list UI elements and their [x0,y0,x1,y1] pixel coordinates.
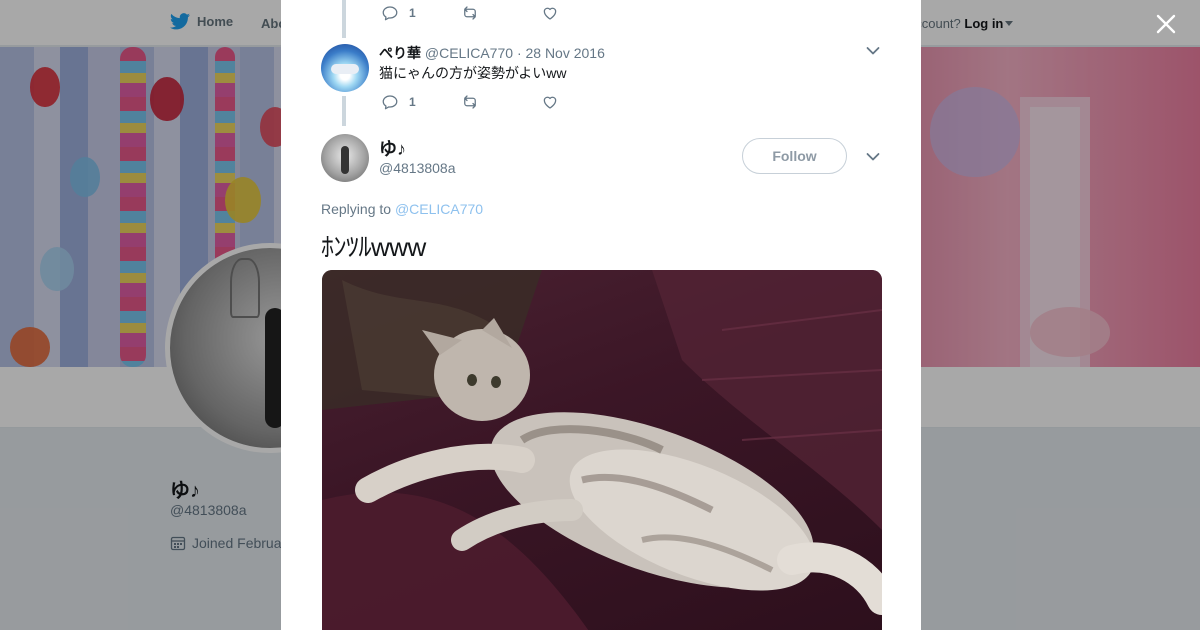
reply-tweet-avatar[interactable] [321,44,369,92]
reply-button[interactable]: 1 [381,4,461,22]
replying-prefix: Replying to [321,201,392,217]
retweet-button[interactable] [461,93,541,111]
like-icon [543,96,557,109]
main-tweet-avatar[interactable] [321,134,369,182]
reply-tweet-text: 猫にゃんの方が姿勢がよいww [379,65,567,81]
replying-handle-link[interactable]: @CELICA770 [395,201,483,217]
thread-connector-line [342,96,346,126]
cat-photo-illustration [322,270,882,630]
replying-to-line: Replying to @CELICA770 [321,201,483,217]
reply-author-handle[interactable]: @CELICA770 [425,45,513,61]
main-tweet-text: ﾎﾝﾂﾙwww [321,232,426,262]
reply-tweet-actions: 1 [381,93,621,111]
chevron-down-icon[interactable] [866,152,880,162]
retweet-button[interactable] [461,4,541,22]
reply-icon [382,95,398,110]
thread-connector-line [342,0,346,38]
reply-tweet-date[interactable]: · 28 Nov 2016 [517,45,605,61]
avatar-detail [331,64,359,74]
like-button[interactable] [541,4,621,22]
avatar-detail [341,146,349,174]
main-author-handle[interactable]: @4813808a [379,160,456,176]
retweet-icon [464,95,476,109]
retweet-icon [464,6,476,20]
tweet-photo[interactable] [322,270,882,630]
like-icon [543,7,557,20]
previous-tweet-actions: 1 [381,4,621,22]
tweet-modal: 1 ぺり華 @CELICA770 · 28 Nov 2016 猫にゃんの方が姿勢… [281,0,921,630]
chevron-down-icon[interactable] [866,46,880,56]
reply-count: 1 [409,95,416,109]
follow-button[interactable]: Follow [742,138,847,174]
reply-icon [382,6,398,21]
close-icon [1156,14,1176,34]
main-author-name[interactable]: ゆ♪ [379,135,406,161]
reply-tweet-header: ぺり華 @CELICA770 · 28 Nov 2016 [379,43,605,63]
like-button[interactable] [541,93,621,111]
close-modal-button[interactable] [1154,12,1178,36]
reply-count: 1 [409,6,416,20]
reply-button[interactable]: 1 [381,93,461,111]
reply-author-name[interactable]: ぺり華 [379,45,421,61]
